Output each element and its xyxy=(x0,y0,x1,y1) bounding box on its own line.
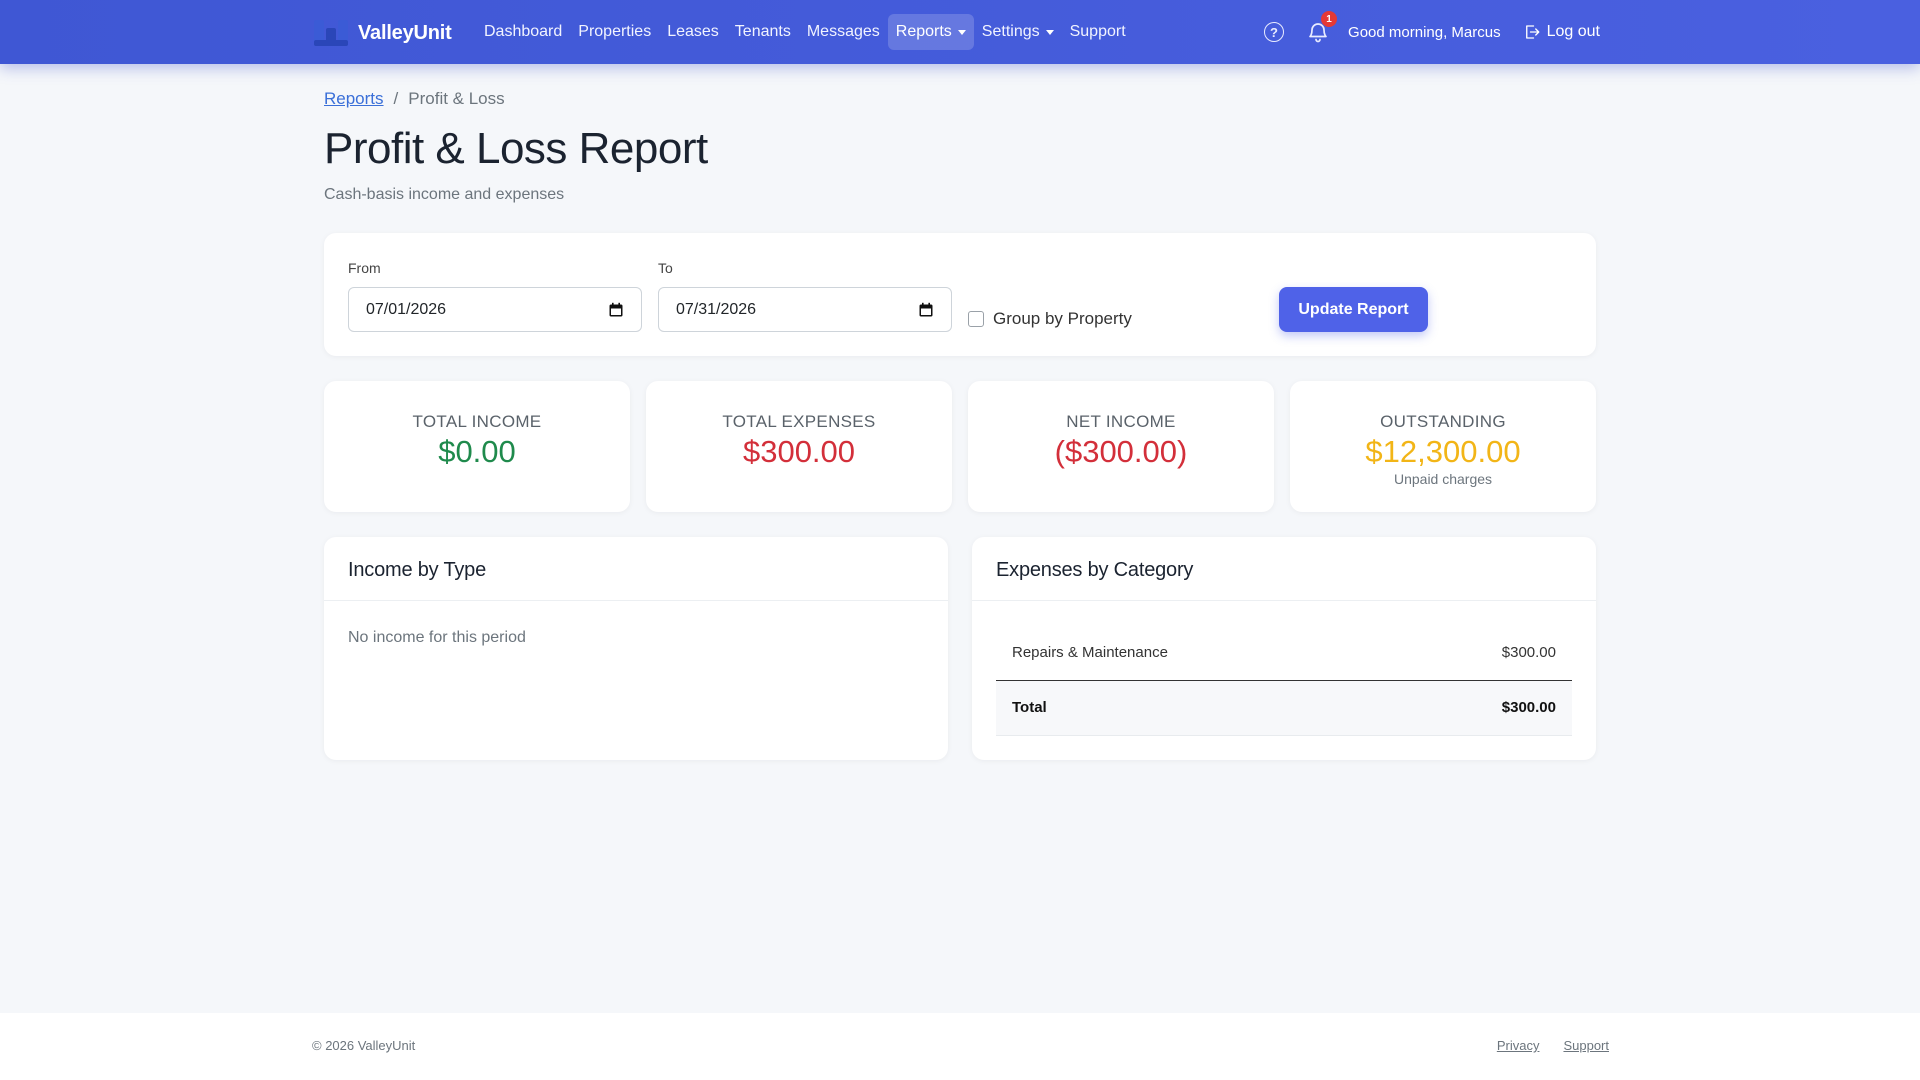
stat-card-total-expenses: TOTAL EXPENSES $300.00 xyxy=(646,381,952,512)
logout-link[interactable]: Log out xyxy=(1523,23,1600,41)
panel-title: Income by Type xyxy=(324,537,948,601)
table-total-row: Total $300.00 xyxy=(996,680,1572,736)
stat-card-total-income: TOTAL INCOME $0.00 xyxy=(324,381,630,512)
page-title: Profit & Loss Report xyxy=(324,124,708,173)
from-date-label: From xyxy=(348,260,381,276)
page-subtitle: Cash-basis income and expenses xyxy=(324,186,565,203)
nav-link-properties[interactable]: Properties xyxy=(570,14,659,50)
stat-note: Unpaid charges xyxy=(1393,471,1493,487)
brand[interactable]: ValleyUnit xyxy=(312,18,452,48)
notification-count-badge: 1 xyxy=(1321,11,1338,27)
calendar-icon[interactable] xyxy=(918,302,934,318)
footer-links: Privacy Support xyxy=(1473,1038,1609,1053)
stat-label: NET INCOME xyxy=(1066,412,1176,431)
user-greeting: Good morning, Marcus xyxy=(1348,23,1501,41)
question-circle-icon[interactable]: ? xyxy=(1264,22,1285,42)
nav-link-support[interactable]: Support xyxy=(1062,14,1134,50)
stat-value: $12,300.00 xyxy=(1365,434,1521,469)
breadcrumb-current: Profit & Loss xyxy=(408,89,505,108)
stat-card-net-income: NET INCOME ($300.00) xyxy=(968,381,1274,512)
logout-icon xyxy=(1525,25,1540,39)
stat-value: ($300.00) xyxy=(1054,434,1188,469)
from-date-input[interactable]: 07/01/2026 xyxy=(348,287,642,332)
footer-link-privacy[interactable]: Privacy xyxy=(1497,1038,1540,1053)
empty-state-message: No income for this period xyxy=(348,629,526,646)
total-amount: $300.00 xyxy=(1390,680,1572,736)
nav-link-reports[interactable]: Reports xyxy=(887,14,974,50)
top-navbar: ValleyUnit Dashboard Properties Leases T… xyxy=(0,0,1920,64)
group-by-property-checkbox[interactable] xyxy=(968,311,984,327)
to-date-input[interactable]: 07/31/2026 xyxy=(658,287,952,332)
nav-link-settings[interactable]: Settings xyxy=(974,14,1062,50)
breadcrumb: Reports / Profit & Loss xyxy=(324,89,505,109)
from-date-value: 07/01/2026 xyxy=(366,300,447,318)
stat-label: OUTSTANDING xyxy=(1380,412,1506,431)
calendar-icon[interactable] xyxy=(608,302,624,318)
stat-value: $0.00 xyxy=(438,434,516,469)
update-report-button[interactable]: Update Report xyxy=(1279,287,1428,332)
notifications-button[interactable]: 1 xyxy=(1306,11,1338,44)
page-footer: © 2026 ValleyUnit Privacy Support xyxy=(0,1013,1920,1080)
chevron-down-icon xyxy=(1045,29,1054,35)
valleyunit-logo-icon xyxy=(312,18,350,48)
brand-name: ValleyUnit xyxy=(358,21,452,44)
footer-link-support[interactable]: Support xyxy=(1563,1038,1609,1053)
stat-value: $300.00 xyxy=(742,434,856,469)
expenses-by-category-panel: Expenses by Category Repairs & Maintenan… xyxy=(972,537,1596,760)
nav-right: ? 1 Good morning, Marcus Log out xyxy=(1264,11,1600,50)
breadcrumb-link-reports[interactable]: Reports xyxy=(324,89,384,109)
main-nav: Dashboard Properties Leases Tenants Mess… xyxy=(476,14,1134,50)
panel-title: Expenses by Category xyxy=(972,537,1596,601)
stat-label: TOTAL INCOME xyxy=(412,412,542,431)
to-date-value: 07/31/2026 xyxy=(676,300,757,318)
stat-card-outstanding: OUTSTANDING $12,300.00 Unpaid charges xyxy=(1290,381,1596,512)
table-row: Repairs & Maintenance $300.00 xyxy=(996,625,1572,681)
copyright: © 2026 ValleyUnit xyxy=(312,1038,416,1053)
nav-link-messages[interactable]: Messages xyxy=(799,14,888,50)
total-label: Total xyxy=(996,680,1391,736)
to-date-label: To xyxy=(658,260,673,276)
expense-amount: $300.00 xyxy=(1390,625,1572,681)
expense-category: Repairs & Maintenance xyxy=(996,625,1391,681)
group-by-property-toggle[interactable]: Group by Property xyxy=(968,309,1132,329)
nav-link-dashboard[interactable]: Dashboard xyxy=(476,14,570,50)
nav-link-tenants[interactable]: Tenants xyxy=(727,14,799,50)
report-filter-card: From 07/01/2026 To 07/31/2026 Group by P… xyxy=(324,233,1596,356)
chevron-down-icon xyxy=(957,29,966,35)
stat-label: TOTAL EXPENSES xyxy=(722,412,876,431)
nav-link-leases[interactable]: Leases xyxy=(659,14,727,50)
breadcrumb-separator: / xyxy=(393,89,399,108)
logout-label: Log out xyxy=(1546,23,1600,40)
expenses-table: Repairs & Maintenance $300.00 Total $300… xyxy=(996,625,1572,736)
group-by-property-label: Group by Property xyxy=(993,309,1132,328)
income-by-type-panel: Income by Type No income for this period xyxy=(324,537,948,760)
